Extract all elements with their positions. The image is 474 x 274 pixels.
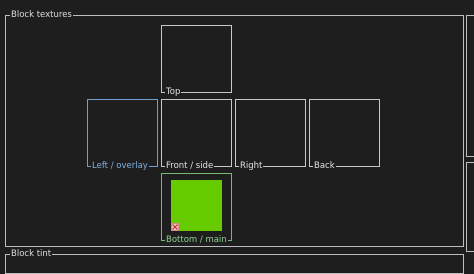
texture-slot-front-side[interactable]: Front / side xyxy=(161,99,232,172)
block-textures-title: Block textures xyxy=(10,10,73,21)
side-panel-upper xyxy=(466,15,474,157)
block-tint-panel: Block tint xyxy=(5,249,464,274)
texture-slot-top[interactable]: Top xyxy=(161,25,232,98)
slot-label-back: Back xyxy=(313,161,336,172)
side-panel-lower xyxy=(466,162,474,252)
slot-label-right: Right xyxy=(239,161,264,172)
slot-label-front-side: Front / side xyxy=(165,161,215,172)
texture-slot-right[interactable]: Right xyxy=(235,99,306,172)
texture-slot-bottom-main[interactable]: Bottom / main xyxy=(161,173,232,246)
texture-slot-left-overlay[interactable]: Left / overlay xyxy=(87,99,158,172)
slot-label-top: Top xyxy=(165,87,182,98)
block-tint-title: Block tint xyxy=(10,249,53,260)
slot-label-bottom-main: Bottom / main xyxy=(165,235,228,246)
slot-label-left-overlay: Left / overlay xyxy=(91,161,149,172)
close-icon[interactable] xyxy=(171,223,179,231)
texture-slot-back[interactable]: Back xyxy=(309,99,380,172)
